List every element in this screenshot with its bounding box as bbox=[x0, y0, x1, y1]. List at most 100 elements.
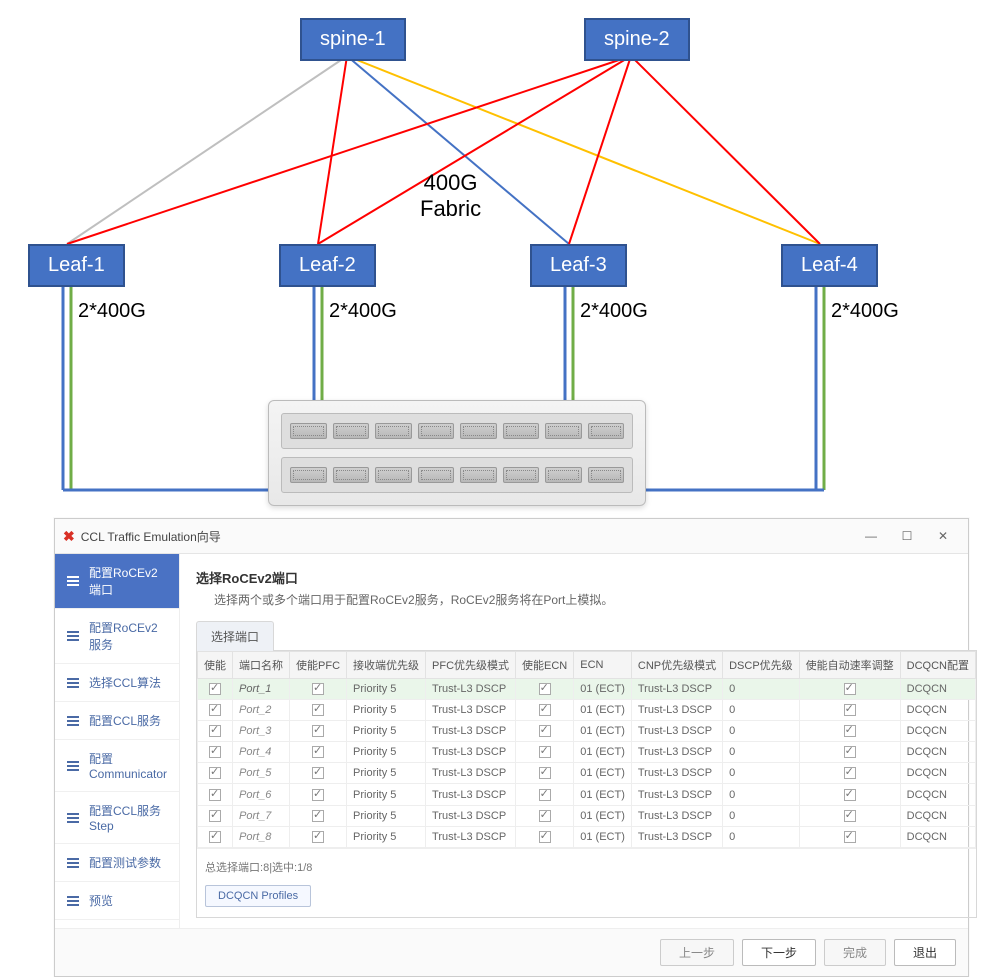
checkbox-icon[interactable] bbox=[539, 810, 551, 822]
cell: Trust-L3 DSCP bbox=[631, 784, 722, 805]
maximize-button[interactable]: ☐ bbox=[890, 525, 924, 547]
checkbox-icon[interactable] bbox=[844, 789, 856, 801]
spine-2-node: spine-2 bbox=[584, 18, 690, 61]
exit-button[interactable]: 退出 bbox=[894, 939, 956, 966]
chassis-port bbox=[460, 467, 497, 482]
tab-select-port[interactable]: 选择端口 bbox=[196, 621, 274, 651]
port-name-cell: Port_6 bbox=[233, 784, 290, 805]
wizard-window: ✖ CCL Traffic Emulation向导 — ☐ ✕ 配置RoCEv2… bbox=[54, 518, 969, 977]
cell: 01 (ECT) bbox=[574, 721, 632, 742]
checkbox-icon[interactable] bbox=[312, 704, 324, 716]
cell: 01 (ECT) bbox=[574, 700, 632, 721]
hamburger-icon bbox=[67, 761, 79, 771]
sidebar-item[interactable]: 配置Communicator bbox=[55, 740, 179, 792]
sidebar-item[interactable]: 配置CCL服务Step bbox=[55, 792, 179, 844]
page-title: 选择RoCEv2端口 bbox=[196, 568, 977, 587]
port-name-cell: Port_3 bbox=[233, 721, 290, 742]
chassis-port bbox=[375, 423, 412, 438]
checkbox-icon[interactable] bbox=[844, 704, 856, 716]
checkbox-icon[interactable] bbox=[539, 704, 551, 716]
table-row[interactable]: Port_4Priority 5Trust-L3 DSCP01 (ECT)Tru… bbox=[198, 742, 976, 763]
checkbox-icon[interactable] bbox=[209, 767, 221, 779]
cell: Priority 5 bbox=[347, 805, 426, 826]
table-row[interactable]: Port_5Priority 5Trust-L3 DSCP01 (ECT)Tru… bbox=[198, 763, 976, 784]
sidebar-item-label: 选择CCL算法 bbox=[89, 674, 161, 691]
hamburger-icon bbox=[67, 896, 79, 906]
checkbox-icon[interactable] bbox=[844, 831, 856, 843]
table-row[interactable]: Port_8Priority 5Trust-L3 DSCP01 (ECT)Tru… bbox=[198, 826, 976, 847]
cell: Trust-L3 DSCP bbox=[426, 679, 516, 700]
cell: 0 bbox=[723, 679, 800, 700]
column-header: 使能 bbox=[198, 652, 233, 679]
table-row[interactable]: Port_6Priority 5Trust-L3 DSCP01 (ECT)Tru… bbox=[198, 784, 976, 805]
table-row[interactable]: Port_1Priority 5Trust-L3 DSCP01 (ECT)Tru… bbox=[198, 679, 976, 700]
close-button[interactable]: ✕ bbox=[926, 525, 960, 547]
sidebar-item-label: 配置RoCEv2服务 bbox=[89, 619, 167, 653]
checkbox-icon[interactable] bbox=[844, 810, 856, 822]
checkbox-icon[interactable] bbox=[209, 683, 221, 695]
sidebar-item[interactable]: 选择CCL算法 bbox=[55, 664, 179, 702]
cell: 0 bbox=[723, 700, 800, 721]
checkbox-icon[interactable] bbox=[844, 767, 856, 779]
cell: DCQCN bbox=[900, 826, 975, 847]
port-name-cell: Port_2 bbox=[233, 700, 290, 721]
cell: Trust-L3 DSCP bbox=[631, 805, 722, 826]
checkbox-icon[interactable] bbox=[312, 725, 324, 737]
leaf4-port-label: 2*400G bbox=[831, 300, 899, 323]
sidebar-item[interactable]: 配置CCL服务 bbox=[55, 702, 179, 740]
checkbox-icon[interactable] bbox=[312, 683, 324, 695]
sidebar-item[interactable]: 预览 bbox=[55, 882, 179, 920]
checkbox-icon[interactable] bbox=[844, 683, 856, 695]
checkbox-icon[interactable] bbox=[539, 831, 551, 843]
cell: Priority 5 bbox=[347, 763, 426, 784]
cell: Priority 5 bbox=[347, 826, 426, 847]
checkbox-icon[interactable] bbox=[312, 810, 324, 822]
checkbox-icon[interactable] bbox=[844, 725, 856, 737]
cell: Priority 5 bbox=[347, 784, 426, 805]
cell: DCQCN bbox=[900, 721, 975, 742]
checkbox-icon[interactable] bbox=[539, 789, 551, 801]
checkbox-icon[interactable] bbox=[539, 725, 551, 737]
leaf-3-node: Leaf-3 bbox=[530, 244, 627, 287]
sidebar-item[interactable]: 配置RoCEv2端口 bbox=[55, 554, 179, 609]
column-header: PFC优先级模式 bbox=[426, 652, 516, 679]
sidebar-item[interactable]: 配置RoCEv2服务 bbox=[55, 609, 179, 664]
table-row[interactable]: Port_7Priority 5Trust-L3 DSCP01 (ECT)Tru… bbox=[198, 805, 976, 826]
leaf1-port-label: 2*400G bbox=[78, 300, 146, 323]
cell: Priority 5 bbox=[347, 721, 426, 742]
checkbox-icon[interactable] bbox=[312, 831, 324, 843]
checkbox-icon[interactable] bbox=[209, 704, 221, 716]
minimize-button[interactable]: — bbox=[854, 525, 888, 547]
checkbox-icon[interactable] bbox=[844, 746, 856, 758]
cell: Trust-L3 DSCP bbox=[426, 805, 516, 826]
wizard-footer: 上一步 下一步 完成 退出 bbox=[55, 928, 968, 976]
cell: 0 bbox=[723, 826, 800, 847]
sidebar-item-label: 配置CCL服务 bbox=[89, 712, 161, 729]
dcqcn-profiles-button[interactable]: DCQCN Profiles bbox=[205, 885, 311, 907]
chassis-port bbox=[503, 423, 540, 438]
table-row[interactable]: Port_2Priority 5Trust-L3 DSCP01 (ECT)Tru… bbox=[198, 700, 976, 721]
checkbox-icon[interactable] bbox=[312, 767, 324, 779]
finish-button[interactable]: 完成 bbox=[824, 939, 886, 966]
checkbox-icon[interactable] bbox=[209, 810, 221, 822]
checkbox-icon[interactable] bbox=[209, 746, 221, 758]
checkbox-icon[interactable] bbox=[209, 831, 221, 843]
column-header: DCQCN配置 bbox=[900, 652, 975, 679]
column-header: 接收端优先级 bbox=[347, 652, 426, 679]
checkbox-icon[interactable] bbox=[209, 789, 221, 801]
sidebar-item[interactable]: 配置测试参数 bbox=[55, 844, 179, 882]
checkbox-icon[interactable] bbox=[312, 746, 324, 758]
leaf-4-node: Leaf-4 bbox=[781, 244, 878, 287]
table-row[interactable]: Port_3Priority 5Trust-L3 DSCP01 (ECT)Tru… bbox=[198, 721, 976, 742]
checkbox-icon[interactable] bbox=[209, 725, 221, 737]
checkbox-icon[interactable] bbox=[539, 767, 551, 779]
chassis-port bbox=[333, 467, 370, 482]
checkbox-icon[interactable] bbox=[539, 683, 551, 695]
next-button[interactable]: 下一步 bbox=[742, 939, 816, 966]
prev-button[interactable]: 上一步 bbox=[660, 939, 734, 966]
titlebar: ✖ CCL Traffic Emulation向导 — ☐ ✕ bbox=[55, 519, 968, 554]
checkbox-icon[interactable] bbox=[312, 789, 324, 801]
cell: DCQCN bbox=[900, 700, 975, 721]
checkbox-icon[interactable] bbox=[539, 746, 551, 758]
cell: Trust-L3 DSCP bbox=[426, 763, 516, 784]
